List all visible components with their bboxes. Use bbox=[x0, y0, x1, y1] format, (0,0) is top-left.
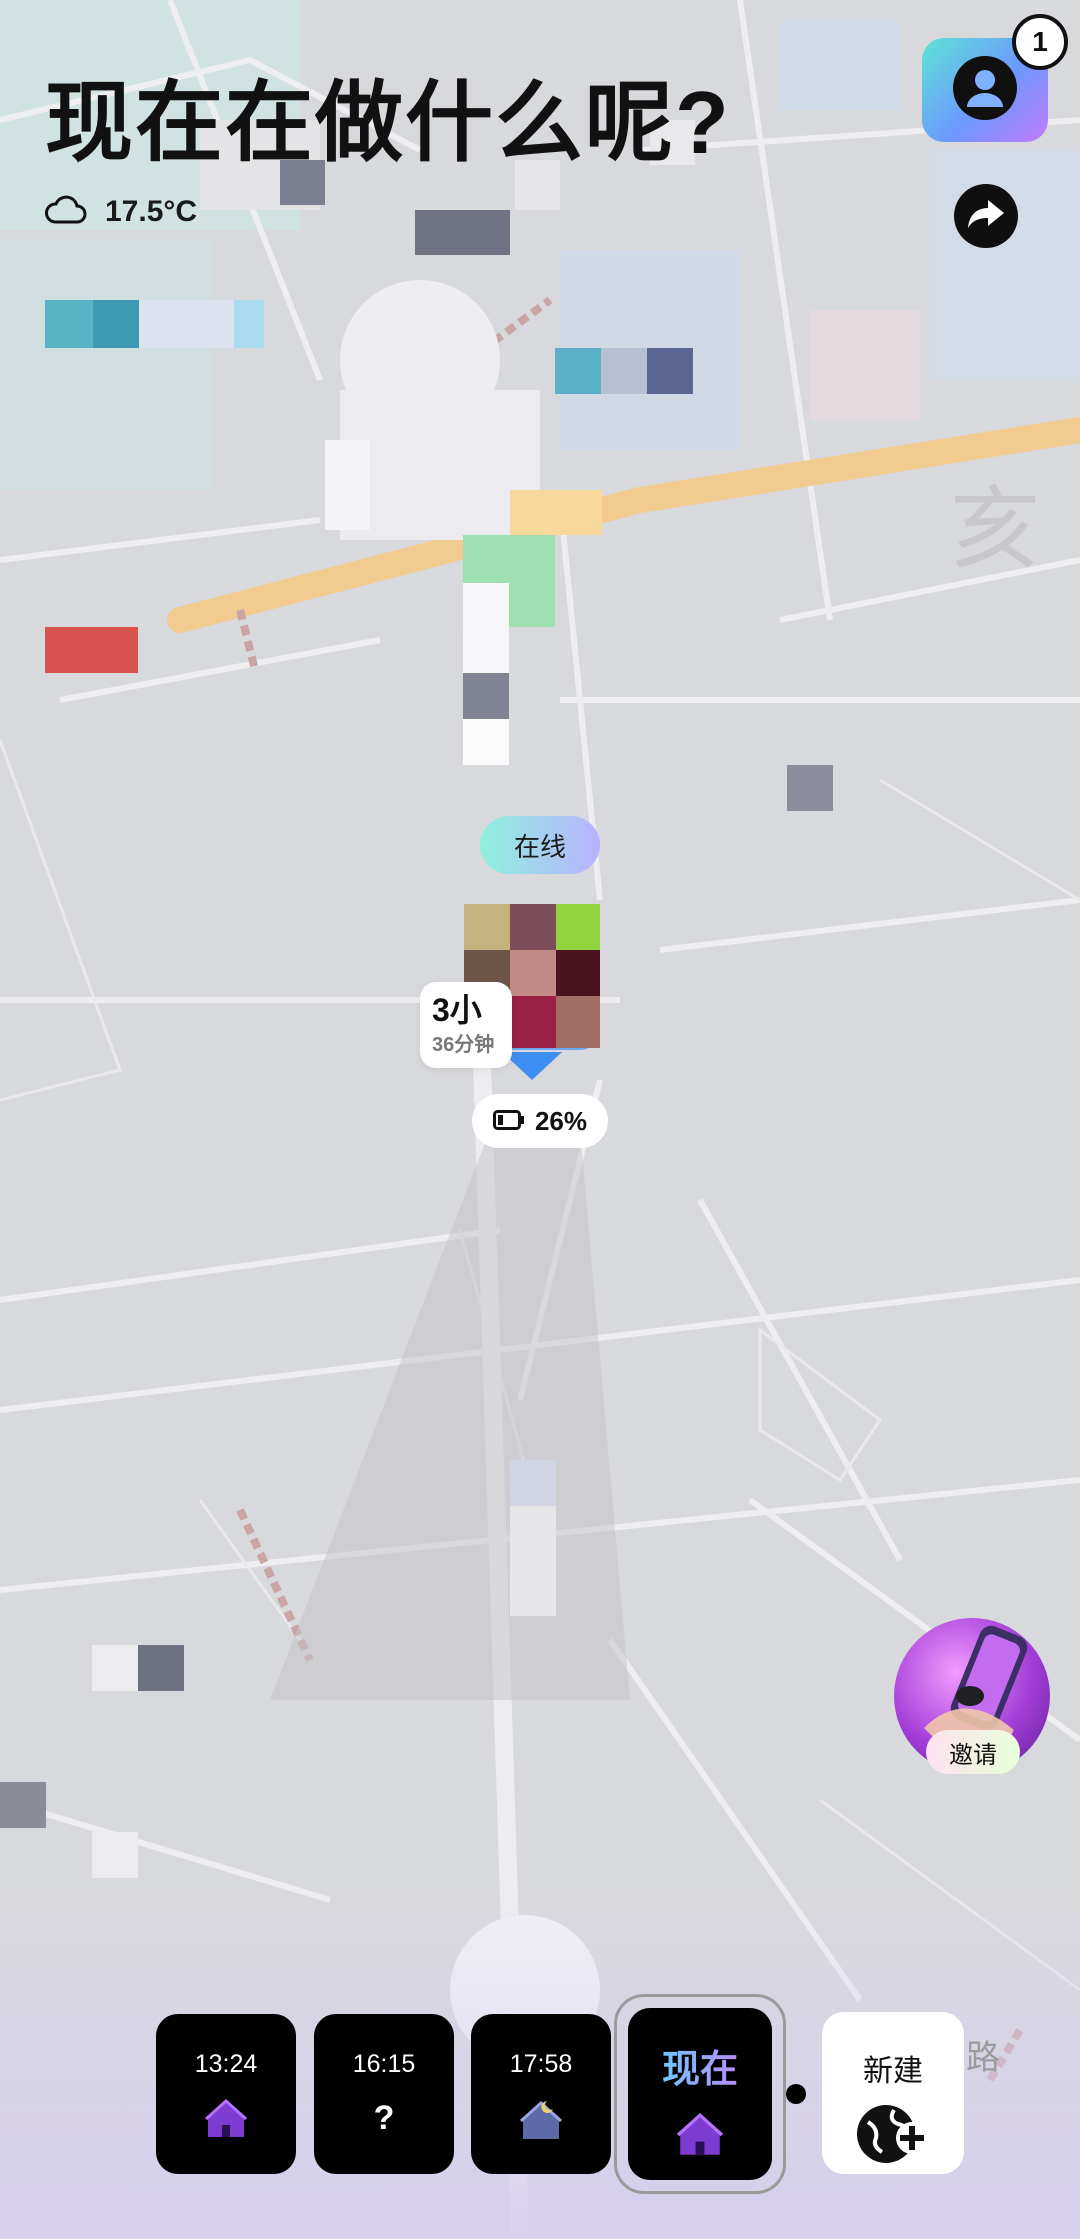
new-label: 新建 bbox=[863, 2055, 923, 2088]
battery-icon bbox=[492, 1106, 525, 1137]
share-arrow-icon bbox=[966, 196, 1006, 237]
online-status-pill: 在线 bbox=[480, 816, 600, 874]
user-icon bbox=[952, 55, 1018, 126]
page-title: 现在在做什么呢? bbox=[45, 73, 731, 172]
current-position-dot bbox=[786, 2084, 806, 2104]
house-icon bbox=[204, 2098, 248, 2144]
timeline-item[interactable]: 13:24 bbox=[156, 2014, 296, 2174]
timeline-time: 16:15 bbox=[352, 2050, 416, 2078]
share-button[interactable] bbox=[954, 184, 1018, 248]
timeline-time: 17:58 bbox=[509, 2050, 573, 2078]
timeline-item[interactable]: 17:58 bbox=[471, 2014, 611, 2174]
road-label: 路 bbox=[966, 2039, 1000, 2077]
duration-hours: 3小 bbox=[432, 991, 482, 1028]
temperature-text: 17.5°C bbox=[105, 194, 198, 228]
weather-widget: 17.5°C bbox=[45, 192, 197, 231]
cloud-icon bbox=[45, 192, 87, 231]
invite-label[interactable]: 邀请 bbox=[926, 1730, 1020, 1774]
duration-minutes: 36分钟 bbox=[432, 1034, 495, 1057]
globe-plus-icon bbox=[854, 2102, 932, 2171]
now-label: 现在 bbox=[662, 2038, 738, 2093]
house-night-icon bbox=[517, 2099, 565, 2146]
battery-percent: 26% bbox=[534, 1105, 588, 1136]
new-button[interactable]: 新建 bbox=[822, 2012, 964, 2174]
notification-badge[interactable]: 1 bbox=[1012, 14, 1068, 70]
battery-indicator: 26% bbox=[472, 1094, 608, 1148]
timeline-time: 13:24 bbox=[194, 2050, 258, 2078]
timeline-item[interactable]: 16:15 ? bbox=[314, 2014, 454, 2174]
question-icon: ? bbox=[373, 2099, 395, 2137]
current-now-button[interactable]: 现在 bbox=[628, 2008, 772, 2180]
house-icon bbox=[675, 2112, 725, 2162]
stay-duration-card: 3小 36分钟 bbox=[420, 982, 512, 1068]
svg-text:亥: 亥 bbox=[950, 477, 1040, 582]
